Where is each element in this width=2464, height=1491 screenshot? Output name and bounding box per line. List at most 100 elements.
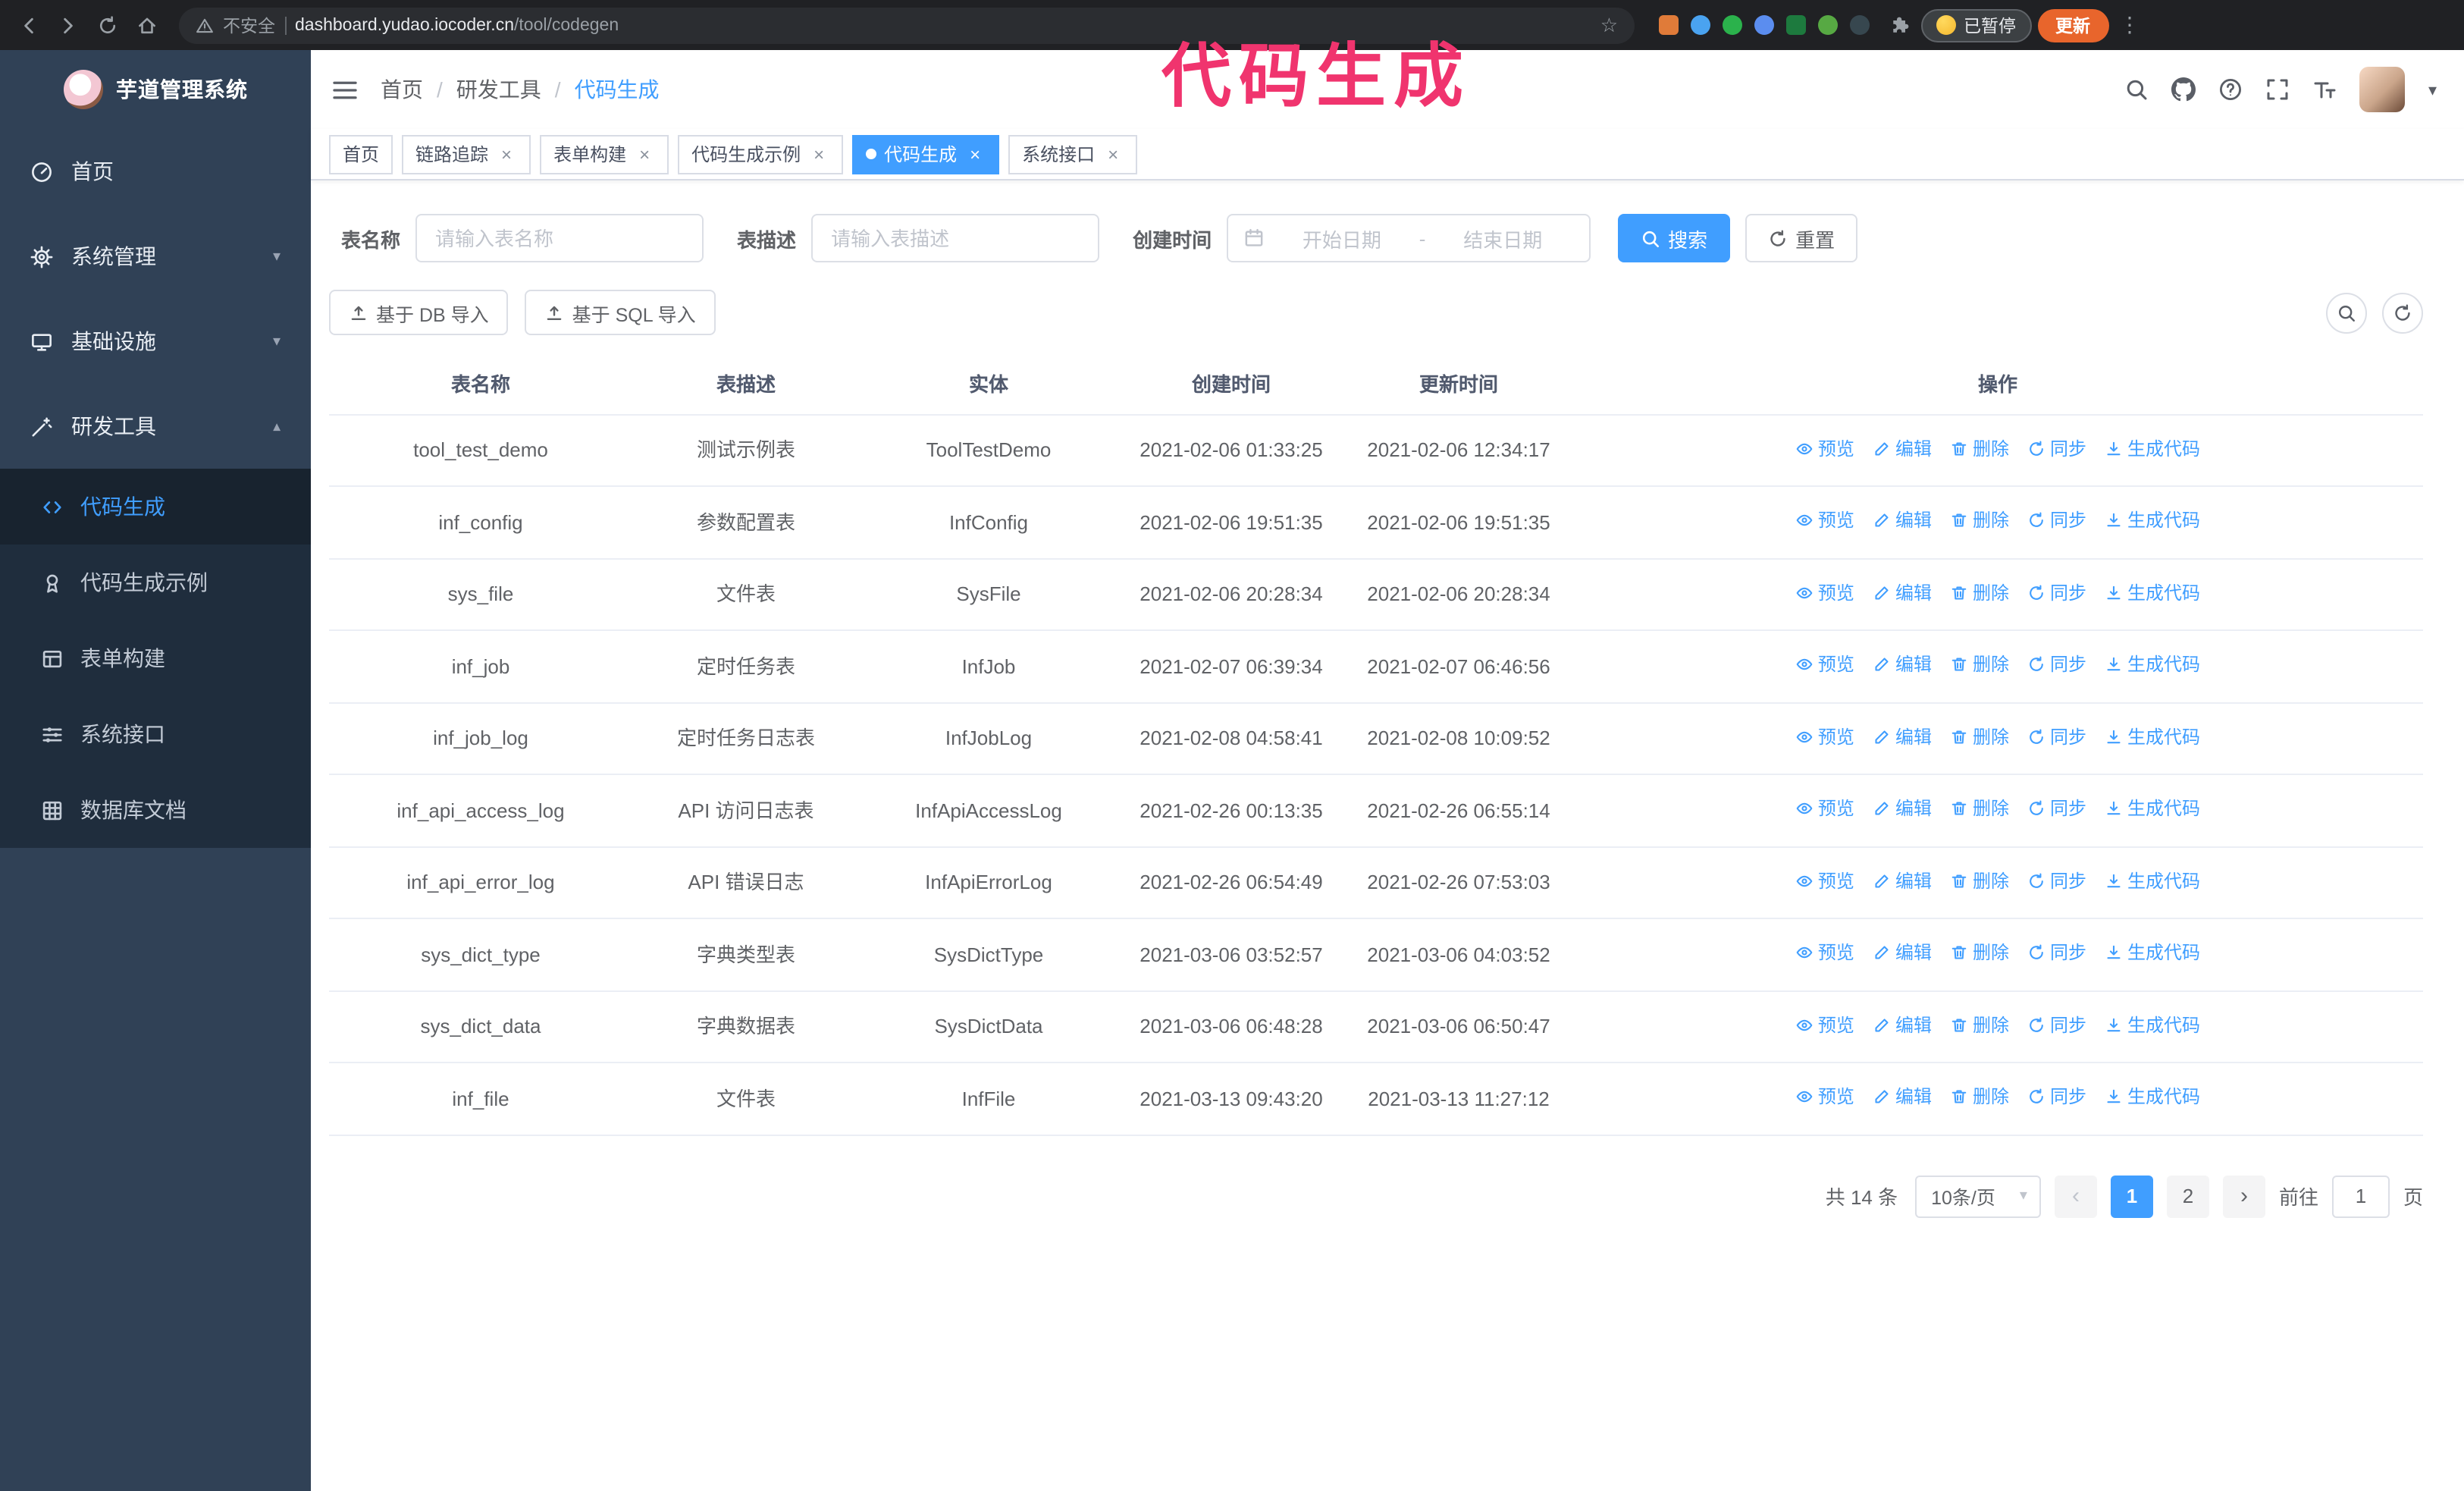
github-icon[interactable] — [2171, 77, 2196, 102]
preview-action-link[interactable]: 预览 — [1795, 579, 1854, 606]
green-check-extension-icon[interactable] — [1723, 15, 1742, 35]
generate-action-link[interactable]: 生成代码 — [2105, 1011, 2200, 1038]
search-icon[interactable] — [2125, 77, 2149, 102]
reset-button[interactable]: 重置 — [1745, 214, 1858, 262]
fullscreen-icon[interactable] — [2266, 77, 2290, 102]
tab-tracer[interactable]: 链路追踪 × — [402, 134, 531, 174]
sync-action-link[interactable]: 同步 — [2027, 1011, 2086, 1038]
preview-action-link[interactable]: 预览 — [1795, 939, 1854, 966]
generate-action-link[interactable]: 生成代码 — [2105, 1083, 2200, 1110]
tab-codegen-example[interactable]: 代码生成示例 × — [678, 134, 844, 174]
preview-action-link[interactable]: 预览 — [1795, 867, 1854, 894]
refresh-button[interactable] — [2382, 292, 2423, 333]
sync-action-link[interactable]: 同步 — [2027, 651, 2086, 678]
generate-action-link[interactable]: 生成代码 — [2105, 939, 2200, 966]
sidebar-item-devtools[interactable]: 研发工具 ▾ — [0, 384, 311, 469]
preview-action-link[interactable]: 预览 — [1795, 1011, 1854, 1038]
sidebar-item-system-api[interactable]: 系统接口 — [0, 696, 311, 772]
sync-action-link[interactable]: 同步 — [2027, 723, 2086, 750]
browser-forward-icon[interactable] — [52, 8, 85, 42]
edit-action-link[interactable]: 编辑 — [1873, 579, 1932, 606]
browser-reload-icon[interactable] — [91, 8, 124, 42]
tab-form-builder[interactable]: 表单构建 × — [540, 134, 669, 174]
edit-action-link[interactable]: 编辑 — [1873, 723, 1932, 750]
tab-close-icon[interactable]: × — [964, 143, 986, 165]
preview-action-link[interactable]: 预览 — [1795, 651, 1854, 678]
generate-action-link[interactable]: 生成代码 — [2105, 651, 2200, 678]
page-button-1[interactable]: 1 — [2110, 1175, 2153, 1217]
table-name-input[interactable] — [415, 214, 704, 262]
delete-action-link[interactable]: 删除 — [1950, 1083, 2009, 1110]
tab-codegen[interactable]: 代码生成 × — [852, 134, 1000, 174]
tab-close-icon[interactable]: × — [1102, 143, 1124, 165]
next-page-button[interactable]: › — [2222, 1175, 2265, 1217]
preview-action-link[interactable]: 预览 — [1795, 795, 1854, 822]
tab-system-api[interactable]: 系统接口 × — [1008, 134, 1138, 174]
tab-home[interactable]: 首页 — [329, 134, 393, 174]
sidebar-item-system[interactable]: 系统管理 ▾ — [0, 214, 311, 299]
delete-action-link[interactable]: 删除 — [1950, 1011, 2009, 1038]
page-button-2[interactable]: 2 — [2166, 1175, 2209, 1217]
people-extension-icon[interactable] — [1754, 15, 1774, 35]
delete-action-link[interactable]: 删除 — [1950, 795, 2009, 822]
browser-menu-icon[interactable]: ⋮ — [2114, 12, 2145, 38]
sync-action-link[interactable]: 同步 — [2027, 1083, 2086, 1110]
tab-close-icon[interactable]: × — [808, 143, 829, 165]
edit-action-link[interactable]: 编辑 — [1873, 435, 1932, 462]
breadcrumb-home[interactable]: 首页 — [381, 74, 423, 105]
date-start-placeholder[interactable]: 开始日期 — [1271, 224, 1413, 253]
delete-action-link[interactable]: 删除 — [1950, 651, 2009, 678]
pawn-extension-icon[interactable] — [1850, 15, 1870, 35]
browser-home-icon[interactable] — [130, 8, 164, 42]
import-sql-button[interactable]: 基于 SQL 导入 — [525, 290, 716, 335]
sync-action-link[interactable]: 同步 — [2027, 867, 2086, 894]
orange-extension-icon[interactable] — [1659, 15, 1679, 35]
browser-back-icon[interactable] — [12, 8, 45, 42]
sidebar-item-codegen-example[interactable]: 代码生成示例 — [0, 545, 311, 620]
sidebar-item-codegen[interactable]: 代码生成 — [0, 469, 311, 545]
search-button[interactable]: 搜索 — [1618, 214, 1731, 262]
water-drop-extension-icon[interactable] — [1691, 15, 1710, 35]
app-logo[interactable]: 芋道管理系统 — [0, 50, 311, 129]
sidebar-item-form-builder[interactable]: 表单构建 — [0, 620, 311, 696]
table-desc-input[interactable] — [811, 214, 1100, 262]
edit-action-link[interactable]: 编辑 — [1873, 867, 1932, 894]
sync-action-link[interactable]: 同步 — [2027, 507, 2086, 534]
delete-action-link[interactable]: 删除 — [1950, 867, 2009, 894]
sidebar-item-db-doc[interactable]: 数据库文档 — [0, 772, 311, 848]
preview-action-link[interactable]: 预览 — [1795, 507, 1854, 534]
edit-action-link[interactable]: 编辑 — [1873, 795, 1932, 822]
font-size-icon[interactable] — [2313, 77, 2337, 102]
delete-action-link[interactable]: 删除 — [1950, 939, 2009, 966]
create-time-range-picker[interactable]: 开始日期 - 结束日期 — [1227, 214, 1591, 262]
tab-close-icon[interactable]: × — [634, 143, 655, 165]
generate-action-link[interactable]: 生成代码 — [2105, 435, 2200, 462]
sidebar-item-infra[interactable]: 基础设施 ▾ — [0, 299, 311, 384]
edit-action-link[interactable]: 编辑 — [1873, 1011, 1932, 1038]
sync-action-link[interactable]: 同步 — [2027, 435, 2086, 462]
sync-action-link[interactable]: 同步 — [2027, 795, 2086, 822]
security-label[interactable]: 不安全 — [223, 13, 275, 37]
generate-action-link[interactable]: 生成代码 — [2105, 795, 2200, 822]
preview-action-link[interactable]: 预览 — [1795, 723, 1854, 750]
user-avatar[interactable] — [2359, 67, 2406, 112]
browser-update-button[interactable]: 更新 — [2037, 8, 2108, 42]
prev-page-button[interactable]: ‹ — [2054, 1175, 2097, 1217]
hamburger-icon[interactable] — [332, 78, 358, 101]
delete-action-link[interactable]: 删除 — [1950, 507, 2009, 534]
translate-extension-icon[interactable] — [1786, 15, 1806, 35]
toggle-search-button[interactable] — [2326, 292, 2367, 333]
help-icon[interactable] — [2219, 77, 2243, 102]
preview-action-link[interactable]: 预览 — [1795, 1083, 1854, 1110]
delete-action-link[interactable]: 删除 — [1950, 723, 2009, 750]
extensions-puzzle-icon[interactable] — [1885, 14, 1915, 36]
generate-action-link[interactable]: 生成代码 — [2105, 507, 2200, 534]
sync-action-link[interactable]: 同步 — [2027, 939, 2086, 966]
tab-close-icon[interactable]: × — [496, 143, 517, 165]
chevron-down-icon[interactable]: ▾ — [2428, 80, 2437, 99]
breadcrumb-devtools[interactable]: 研发工具 — [456, 74, 541, 105]
goto-page-input[interactable] — [2331, 1175, 2390, 1217]
delete-action-link[interactable]: 删除 — [1950, 435, 2009, 462]
import-db-button[interactable]: 基于 DB 导入 — [329, 290, 509, 335]
generate-action-link[interactable]: 生成代码 — [2105, 867, 2200, 894]
